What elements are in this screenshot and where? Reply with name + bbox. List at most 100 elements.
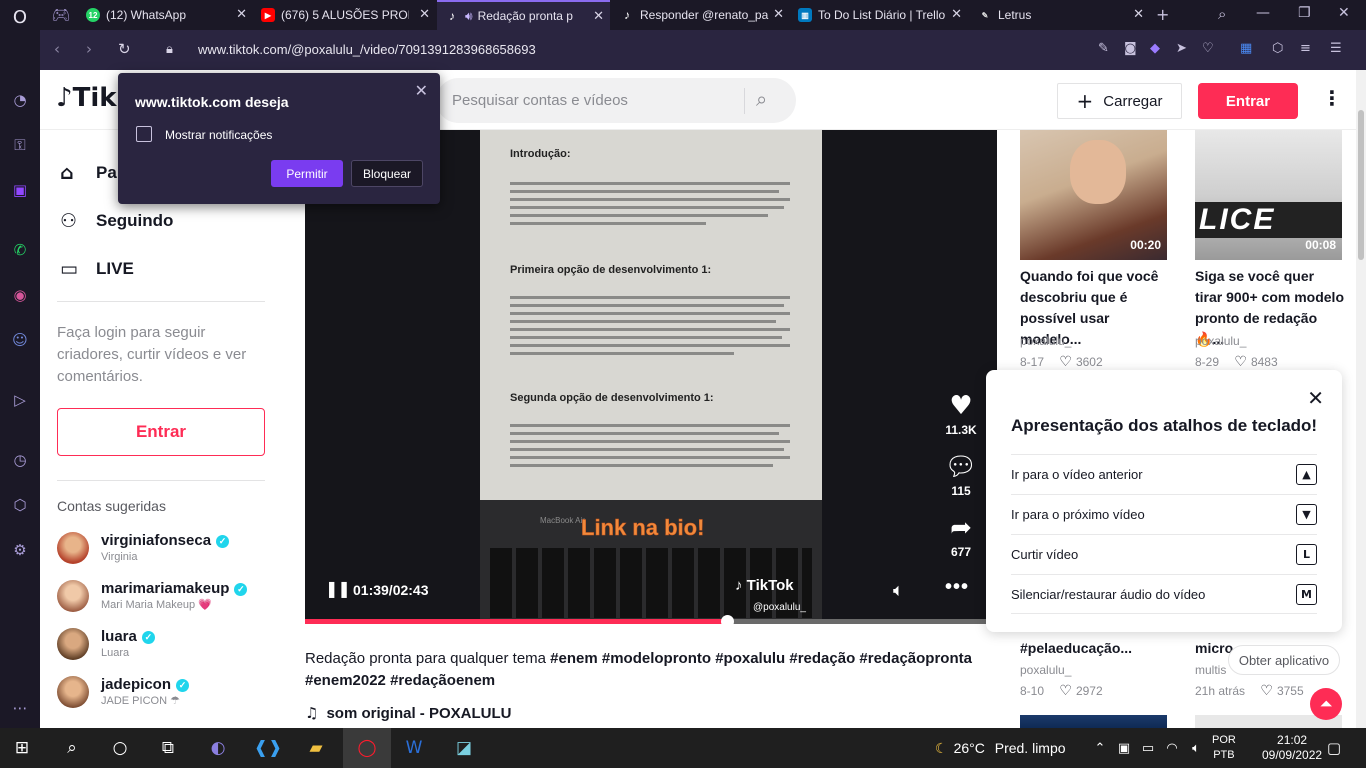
page-scrollbar[interactable] [1356, 70, 1366, 728]
notes-icon[interactable]: ◪ [452, 736, 476, 760]
profile-icon[interactable]: ☰ [1330, 41, 1342, 56]
word-icon[interactable]: W [402, 736, 426, 760]
game-controller-icon[interactable]: 🎮︎ [50, 4, 72, 26]
notification-center-icon[interactable]: ▢ [1322, 736, 1346, 760]
tiktok-logo[interactable]: ♪Tik [56, 83, 117, 113]
search-icon[interactable]: ⌕ [60, 736, 84, 760]
restore-icon[interactable]: ❐ [1298, 5, 1311, 21]
related-video-author[interactable]: multis [1195, 663, 1231, 677]
music-link[interactable]: ♫ som original - POXALULU [305, 704, 511, 722]
tab-letrus[interactable]: ✎ Letrus ✕ [970, 0, 1150, 30]
close-icon[interactable]: ✕ [773, 7, 784, 22]
extensions-icon[interactable]: ⬡ [9, 494, 31, 516]
related-video-thumbnail[interactable] [1020, 715, 1167, 728]
nav-item-for-you[interactable]: ⌂ Pa [60, 162, 117, 184]
history-icon[interactable]: ◷ [9, 449, 31, 471]
close-icon[interactable]: ✕ [419, 7, 430, 22]
battery-icon[interactable]: ▭ [1136, 736, 1160, 760]
minimize-icon[interactable]: — [1256, 5, 1270, 21]
upload-button[interactable]: + Carregar [1057, 83, 1182, 119]
video-progress-bar[interactable] [305, 615, 997, 624]
video-progress-handle[interactable] [721, 615, 735, 624]
allow-button[interactable]: Permitir [271, 160, 343, 187]
wifi-icon[interactable]: ◠ [1160, 736, 1184, 760]
more-menu-icon[interactable]: ⋮ [1322, 86, 1342, 110]
windows-start-icon[interactable]: ⊞ [10, 736, 34, 760]
like-button[interactable]: ♥ 11.3K [941, 392, 981, 437]
twitch-icon[interactable]: ▣ [9, 179, 31, 201]
discord-icon[interactable]: ☺ [9, 329, 31, 351]
audio-playing-icon[interactable]: 🔊︎ [465, 9, 473, 24]
volume-icon[interactable]: 🔈︎ [893, 580, 904, 601]
opera-taskbar-icon[interactable]: ◯ [343, 728, 391, 768]
more-icon[interactable]: ⋯ [9, 697, 31, 719]
close-icon[interactable]: ✕ [415, 81, 428, 100]
lock-icon[interactable]: 🔒︎ [166, 42, 173, 57]
scrollbar-thumb[interactable] [1358, 110, 1364, 260]
search-input[interactable]: Pesquisar contas e vídeos [452, 92, 628, 109]
instagram-icon[interactable]: ◉ [9, 284, 31, 306]
sidebar-login-button[interactable]: Entrar [57, 408, 265, 456]
related-video-author[interactable]: poxalulu_ [1020, 663, 1071, 677]
get-app-button[interactable]: Obter aplicativo [1228, 645, 1340, 675]
related-video-thumbnail[interactable]: 00:20 [1020, 130, 1167, 260]
suggested-account[interactable]: virginiafonseca ✓ Virginia [57, 532, 230, 564]
tray-app-icon[interactable]: ▣ [1112, 736, 1136, 760]
tab-tiktok-active[interactable]: ♪ 🔊︎ Redação pronta para ✕ [437, 0, 610, 30]
nav-item-following[interactable]: ⚇ Seguindo [60, 210, 173, 232]
tab-responder[interactable]: ♪ Responder @renato_pa ✕ [612, 0, 790, 30]
task-view-icon[interactable]: ⧉ [156, 736, 180, 760]
back-icon[interactable]: ‹ [54, 40, 60, 58]
close-window-icon[interactable]: ✕ [1338, 5, 1350, 21]
suggested-account[interactable]: jadepicon ✓ JADE PICON ☂ [57, 676, 190, 708]
tab-youtube[interactable]: ▶ (676) 5 ALUSÕES PRONTAS ✕ [253, 0, 436, 30]
video-player[interactable]: Introdução: Primeira opção de desenvolvi… [305, 130, 997, 624]
camera-icon[interactable]: ◙ [1124, 41, 1137, 56]
close-icon[interactable]: ✕ [1307, 386, 1324, 410]
easy-setup-icon[interactable]: ≡ [1300, 41, 1311, 56]
edit-icon[interactable]: ✎ [1098, 41, 1109, 56]
forward-icon[interactable]: › [86, 40, 92, 58]
back-to-top-icon[interactable]: ⏶ [1310, 688, 1342, 720]
file-explorer-icon[interactable]: ▰ [304, 736, 328, 760]
vpn-shield-icon[interactable]: ◆ [1150, 41, 1160, 56]
pause-icon[interactable]: ❚❚ [325, 579, 351, 598]
suggested-account[interactable]: marimariamakeup ✓ Mari Maria Makeup 💗 [57, 580, 248, 612]
weather-widget[interactable]: ☾ 26°C Pred. limpo [935, 740, 1066, 757]
login-button[interactable]: Entrar [1198, 83, 1298, 119]
close-icon[interactable]: ✕ [236, 7, 247, 22]
cortana-icon[interactable]: ○ [108, 736, 132, 760]
player-icon[interactable]: ▷ [9, 389, 31, 411]
search-tabs-icon[interactable]: ⌕ [1218, 5, 1226, 23]
language-indicator[interactable]: POR PTB [1212, 733, 1236, 763]
send-icon[interactable]: ➤ [1176, 41, 1187, 56]
close-icon[interactable]: ✕ [951, 7, 962, 22]
vscode-icon[interactable]: ❰❱ [254, 736, 283, 760]
speaker-icon[interactable]: 🔈︎ [1184, 736, 1208, 760]
speed-dial-icon[interactable]: ◔ [9, 89, 31, 111]
related-video-title[interactable]: #pelaeducação... [1020, 638, 1170, 659]
share-button[interactable]: ➦ 677 [941, 514, 981, 559]
cube-icon[interactable]: ⬡ [1272, 41, 1283, 56]
heart-icon[interactable]: ♡ [1202, 41, 1214, 56]
close-icon[interactable]: ✕ [593, 9, 604, 24]
related-video-author[interactable]: poxalulu_ [1195, 334, 1246, 348]
close-icon[interactable]: ✕ [1133, 7, 1144, 22]
tab-whatsapp[interactable]: 12 (12) WhatsApp ✕ [78, 0, 253, 30]
system-clock[interactable]: 21:02 09/09/2022 [1262, 733, 1322, 763]
workspace-icon[interactable]: ⚿ [9, 134, 31, 156]
video-more-icon[interactable]: ••• [945, 576, 969, 599]
new-tab-icon[interactable]: + [1156, 5, 1169, 24]
opera-logo-icon[interactable]: O [9, 6, 31, 28]
nav-item-live[interactable]: ▭ LIVE [60, 258, 134, 280]
eclipse-icon[interactable]: ◐ [206, 736, 230, 760]
url-field[interactable]: www.tiktok.com/@poxalulu_/video/70913912… [198, 42, 536, 57]
search-bar[interactable]: Pesquisar contas e vídeos ⌕ [436, 78, 796, 123]
settings-icon[interactable]: ⚙ [9, 539, 31, 561]
block-button[interactable]: Bloquear [351, 160, 423, 187]
related-video-author[interactable]: poxalulu_ [1020, 334, 1071, 348]
tray-chevron-icon[interactable]: ⌃ [1088, 736, 1112, 760]
suggested-account[interactable]: luara ✓ Luara [57, 628, 155, 660]
reload-icon[interactable]: ↻ [118, 40, 131, 58]
search-icon[interactable]: ⌕ [756, 87, 767, 111]
